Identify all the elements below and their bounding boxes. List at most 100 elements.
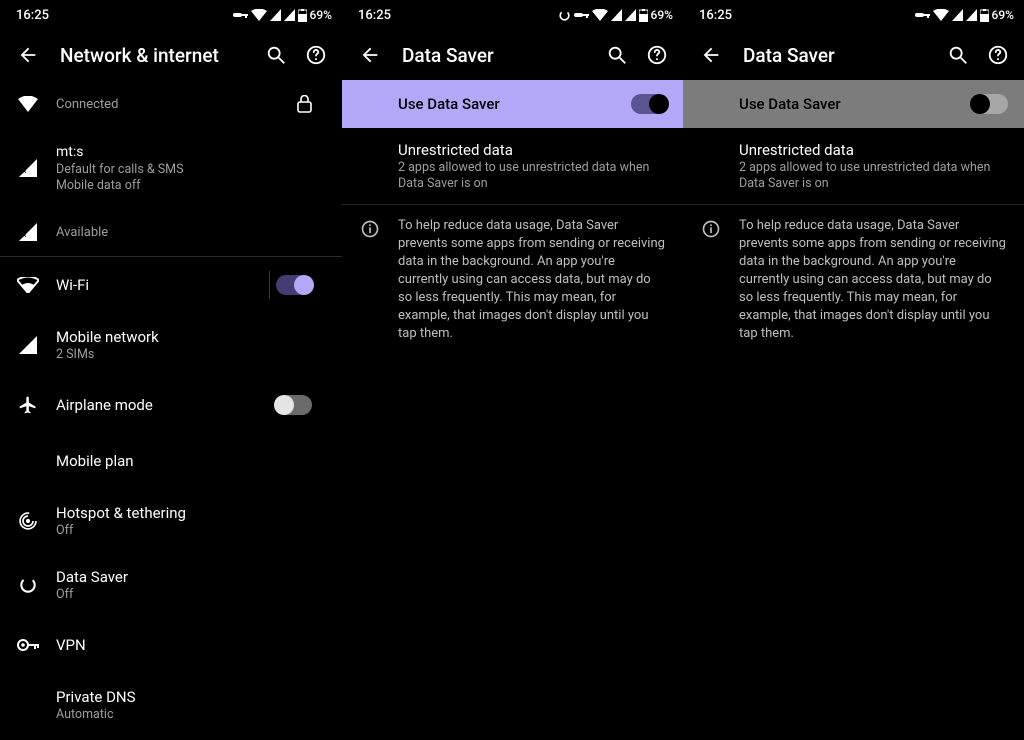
wifi-connected-row[interactable]: Connected	[0, 80, 342, 128]
arrow-back-icon	[359, 44, 381, 66]
battery-percent: 69%	[651, 8, 673, 22]
airplane-row[interactable]: Airplane mode	[0, 377, 342, 433]
search-icon	[947, 44, 969, 66]
signal-x-icon: ×	[19, 159, 37, 177]
svg-text:×: ×	[22, 231, 27, 241]
arrow-back-icon	[700, 44, 722, 66]
screen-data-saver-inactive: 16:25 69% Data Saver Use Data Saver Unr	[683, 0, 1024, 740]
status-bar: 16:25 69%	[0, 0, 342, 30]
search-button[interactable]	[256, 35, 296, 75]
unrestricted-row[interactable]: Unrestricted data 2 apps allowed to use …	[683, 128, 1024, 204]
back-button[interactable]	[350, 35, 390, 75]
signal-1-icon	[611, 9, 622, 21]
status-bar: 16:25 69%	[683, 0, 1024, 30]
mobile-plan-row[interactable]: Mobile plan	[0, 433, 342, 489]
use-data-saver-label: Use Data Saver	[739, 95, 972, 113]
use-data-saver-banner[interactable]: Use Data Saver	[342, 80, 683, 128]
airplane-icon	[18, 395, 38, 415]
vpn-icon	[17, 639, 39, 651]
search-icon	[265, 44, 287, 66]
wifi-connected-label: Connected	[56, 97, 297, 112]
vpn-row[interactable]: VPN	[0, 617, 342, 673]
wifi-icon-2	[17, 277, 39, 293]
private-dns-title: Private DNS	[56, 687, 326, 707]
sim-available-row[interactable]: × Available	[0, 208, 342, 256]
use-data-saver-toggle[interactable]	[631, 94, 667, 114]
info-icon	[360, 219, 380, 239]
vpn-label: VPN	[56, 635, 326, 655]
page-title: Network & internet	[48, 44, 256, 67]
help-button[interactable]	[296, 35, 336, 75]
battery-icon	[980, 9, 989, 22]
carrier-name: mt:s	[56, 142, 326, 162]
app-bar: Data Saver	[683, 30, 1024, 80]
battery-percent: 69%	[992, 8, 1014, 22]
data-saver-row[interactable]: Data Saver Off	[0, 553, 342, 617]
wifi-toggle[interactable]	[276, 275, 312, 295]
airplane-toggle[interactable]	[276, 395, 312, 415]
data-saver-title: Data Saver	[56, 567, 326, 587]
carrier-sub2: Mobile data off	[56, 178, 326, 194]
vpn-key-icon	[233, 10, 248, 20]
info-text: To help reduce data usage, Data Saver pr…	[739, 217, 1008, 343]
signal-1-icon	[270, 9, 281, 21]
search-button[interactable]	[938, 35, 978, 75]
hotspot-icon	[18, 511, 38, 531]
mobile-network-sub: 2 SIMs	[56, 347, 326, 363]
status-icons: 69%	[915, 8, 1014, 22]
wifi-full-icon	[18, 96, 38, 112]
unrestricted-row[interactable]: Unrestricted data 2 apps allowed to use …	[342, 128, 683, 204]
data-saver-status-icon	[558, 9, 571, 22]
wifi-label: Wi-Fi	[56, 275, 269, 295]
status-time: 16:25	[16, 8, 49, 23]
vpn-key-icon	[915, 10, 930, 20]
hotspot-row[interactable]: Hotspot & tethering Off	[0, 489, 342, 553]
help-button[interactable]	[637, 35, 677, 75]
lock-icon	[297, 95, 312, 113]
battery-icon	[298, 9, 307, 22]
info-row: To help reduce data usage, Data Saver pr…	[683, 205, 1024, 355]
search-icon	[606, 44, 628, 66]
carrier-sub1: Default for calls & SMS	[56, 162, 326, 178]
help-button[interactable]	[978, 35, 1018, 75]
unrestricted-title: Unrestricted data	[398, 140, 667, 160]
wifi-icon	[592, 9, 608, 21]
page-title: Data Saver	[731, 44, 938, 67]
info-row: To help reduce data usage, Data Saver pr…	[342, 205, 683, 355]
unrestricted-sub: 2 apps allowed to use unrestricted data …	[739, 160, 1008, 192]
battery-icon	[639, 9, 648, 22]
use-data-saver-banner[interactable]: Use Data Saver	[683, 80, 1024, 128]
info-icon	[701, 219, 721, 239]
signal-1-icon	[952, 9, 963, 21]
data-saver-sub: Off	[56, 587, 326, 603]
search-button[interactable]	[597, 35, 637, 75]
airplane-label: Airplane mode	[56, 395, 276, 415]
hotspot-title: Hotspot & tethering	[56, 503, 326, 523]
help-icon	[646, 44, 668, 66]
status-time: 16:25	[358, 8, 391, 23]
use-data-saver-toggle[interactable]	[972, 94, 1008, 114]
status-icons: 69%	[558, 8, 673, 22]
sim-available-label: Available	[56, 225, 326, 240]
back-button[interactable]	[691, 35, 731, 75]
private-dns-row[interactable]: Private DNS Automatic	[0, 673, 342, 737]
data-saver-icon	[18, 575, 38, 595]
mobile-plan-label: Mobile plan	[56, 451, 326, 471]
carrier-row[interactable]: × mt:s Default for calls & SMS Mobile da…	[0, 128, 342, 208]
signal-2-icon	[966, 9, 977, 21]
app-bar: Data Saver	[342, 30, 683, 80]
help-icon	[987, 44, 1009, 66]
use-data-saver-label: Use Data Saver	[398, 95, 631, 113]
status-time: 16:25	[699, 8, 732, 23]
mobile-network-row[interactable]: Mobile network 2 SIMs	[0, 313, 342, 377]
wifi-icon	[251, 9, 267, 21]
page-title: Data Saver	[390, 44, 597, 67]
svg-text:×: ×	[22, 167, 27, 177]
unrestricted-title: Unrestricted data	[739, 140, 1008, 160]
help-icon	[305, 44, 327, 66]
status-icons: 69%	[233, 8, 332, 22]
wifi-row[interactable]: Wi-Fi	[0, 257, 342, 313]
vpn-key-icon	[574, 10, 589, 20]
arrow-back-icon	[17, 44, 39, 66]
back-button[interactable]	[8, 35, 48, 75]
